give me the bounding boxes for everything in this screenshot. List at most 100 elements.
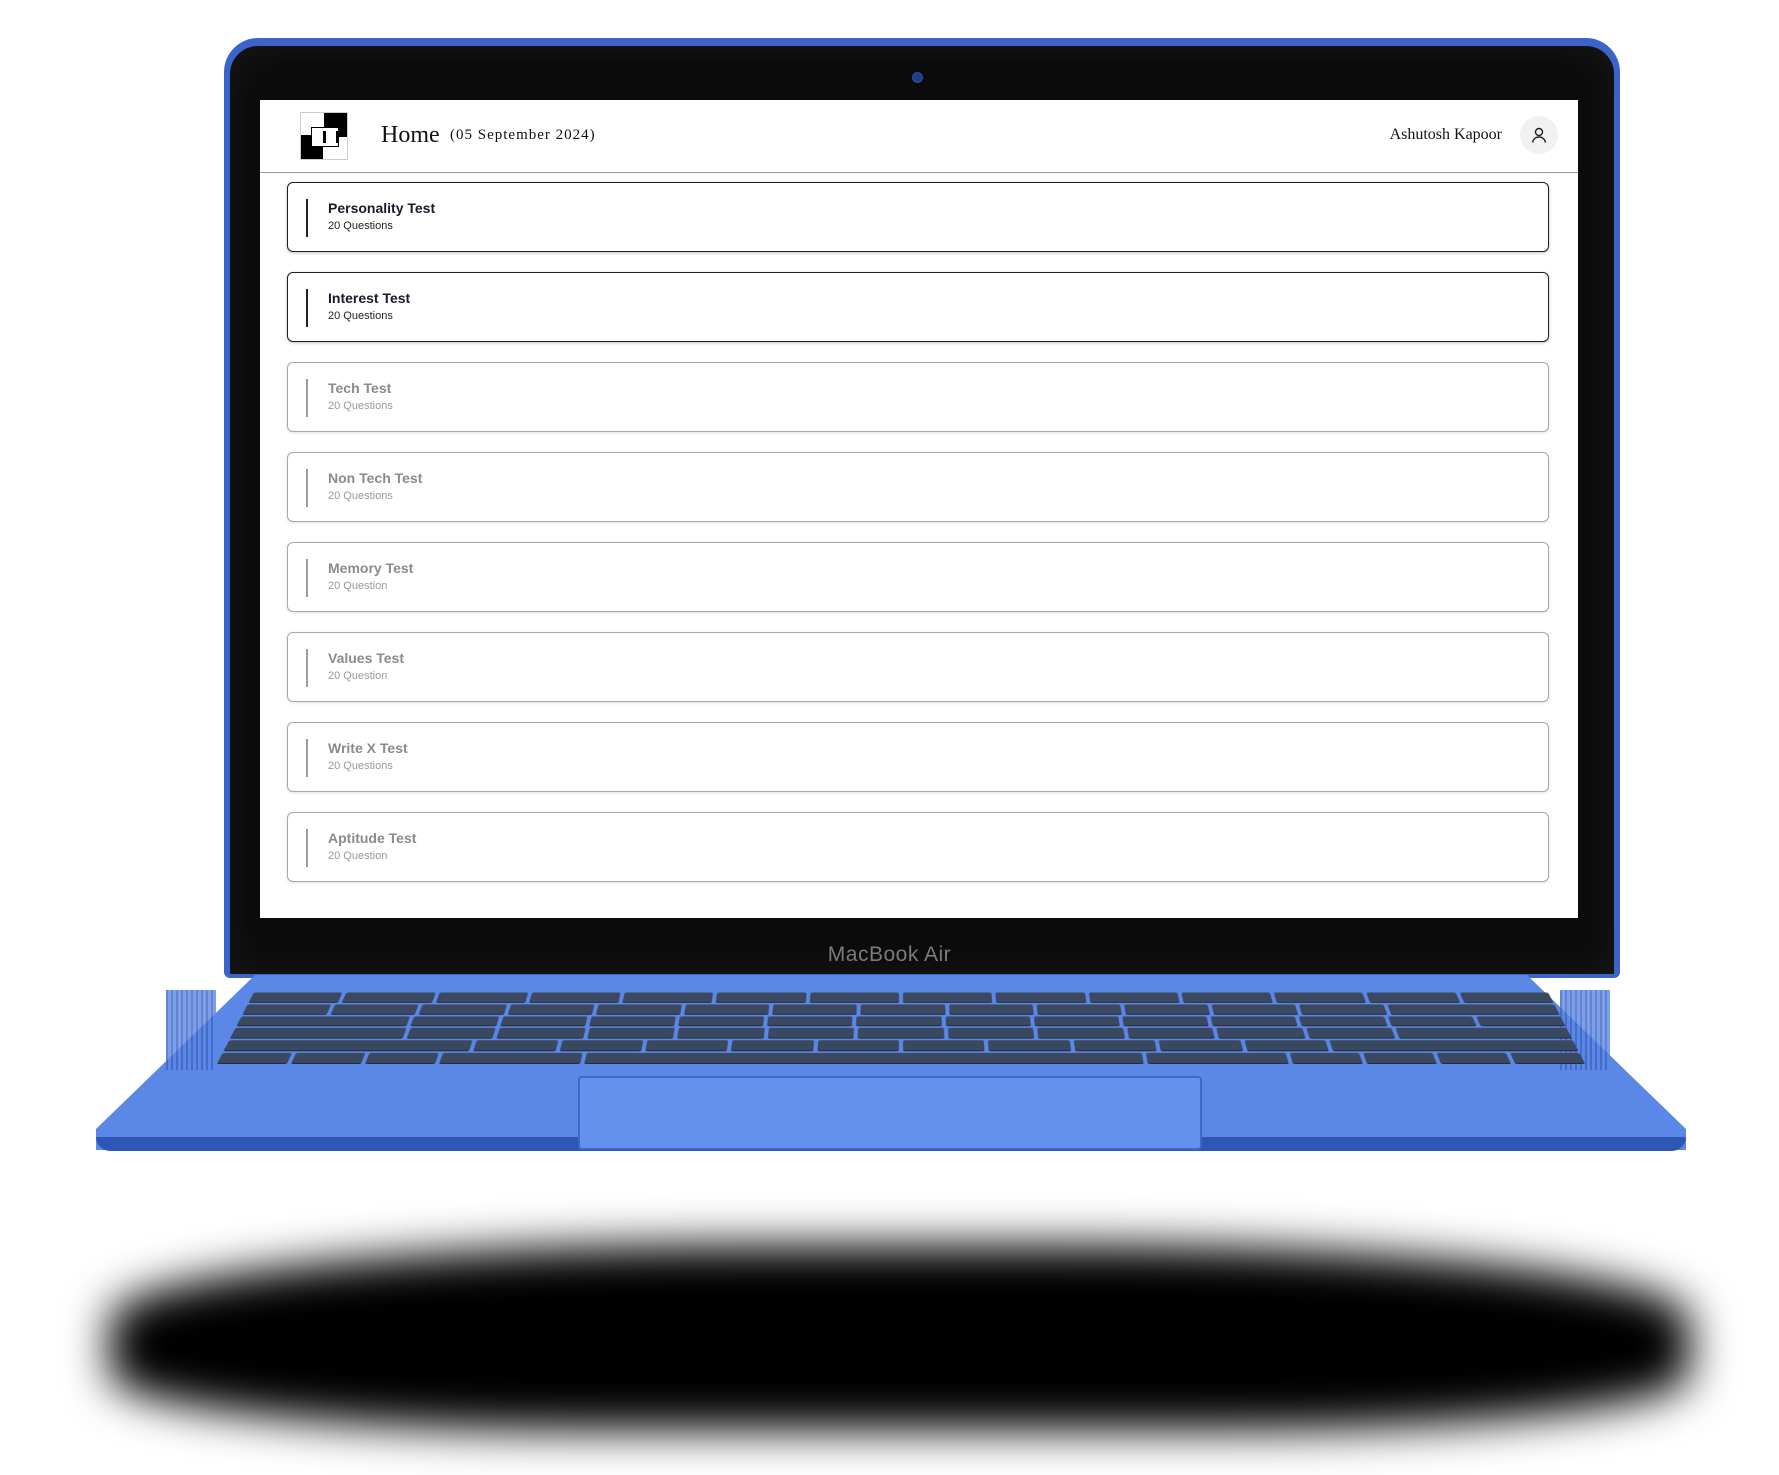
key <box>622 992 714 1002</box>
test-question-count: 20 Question <box>328 580 388 592</box>
test-name: Aptitude Test <box>328 830 417 846</box>
card-accent <box>306 829 308 867</box>
key <box>507 1004 595 1014</box>
test-question-count: 20 Questions <box>328 400 393 412</box>
test-list: Personality Test 20 Questions Interest T… <box>287 182 1549 902</box>
key <box>1395 1028 1572 1038</box>
test-card-values[interactable]: Values Test 20 Question <box>287 632 1549 702</box>
app-screen: Home (05 September 2024) Ashutosh Kapoor… <box>260 100 1578 918</box>
key <box>716 992 807 1002</box>
key <box>1124 1004 1211 1014</box>
test-card-tech[interactable]: Tech Test 20 Questions <box>287 362 1549 432</box>
key-row <box>217 1053 1585 1064</box>
key <box>1122 1016 1209 1026</box>
key <box>903 1040 985 1051</box>
key <box>1126 1028 1215 1038</box>
laptop-shadow <box>110 1245 1690 1430</box>
top-bar: Home (05 September 2024) Ashutosh Kapoor <box>260 100 1578 173</box>
test-question-count: 20 Questions <box>328 490 393 502</box>
key <box>365 1053 440 1064</box>
key <box>678 1016 765 1026</box>
camera-icon <box>912 72 923 83</box>
key <box>1073 1040 1157 1051</box>
brand-logo-icon[interactable] <box>300 112 348 160</box>
key <box>860 1004 946 1014</box>
key <box>988 1040 1071 1051</box>
key <box>1036 1004 1122 1014</box>
key <box>1289 1053 1363 1064</box>
test-question-count: 20 Questions <box>328 310 393 322</box>
key <box>677 1028 765 1038</box>
card-accent <box>306 379 308 417</box>
test-card-aptitude[interactable]: Aptitude Test 20 Question <box>287 812 1549 882</box>
key <box>473 1040 558 1051</box>
key <box>767 1016 853 1026</box>
key <box>1299 1004 1387 1014</box>
key <box>1299 1016 1388 1026</box>
key <box>587 1028 676 1038</box>
card-accent <box>306 559 308 597</box>
test-question-count: 20 Questions <box>328 760 393 772</box>
key <box>947 1028 1035 1038</box>
trackpad <box>578 1076 1202 1150</box>
key <box>439 1053 583 1064</box>
test-card-interest[interactable]: Interest Test 20 Questions <box>287 272 1549 342</box>
keyboard <box>217 992 1585 1064</box>
key <box>645 1040 729 1051</box>
key <box>1181 992 1273 1002</box>
key <box>995 992 1086 1002</box>
user-name[interactable]: Ashutosh Kapoor <box>1390 126 1502 144</box>
user-icon <box>1531 127 1547 143</box>
test-card-write-x[interactable]: Write X Test 20 Questions <box>287 722 1549 792</box>
test-name: Non Tech Test <box>328 470 423 486</box>
key <box>1509 1053 1585 1064</box>
key <box>342 992 436 1002</box>
key <box>731 1040 814 1051</box>
key-row <box>223 1040 1579 1051</box>
key <box>1210 1016 1299 1026</box>
key <box>223 1040 473 1051</box>
test-question-count: 20 Questions <box>328 220 393 232</box>
card-accent <box>306 649 308 687</box>
key <box>684 1004 770 1014</box>
key <box>1386 1004 1560 1014</box>
card-accent <box>306 739 308 777</box>
test-question-count: 20 Question <box>328 850 388 862</box>
key <box>1475 1016 1566 1026</box>
device-label: MacBook Air <box>827 943 952 966</box>
key <box>1037 1028 1125 1038</box>
key <box>902 992 993 1002</box>
key <box>499 1016 588 1026</box>
card-accent <box>306 469 308 507</box>
test-name: Write X Test <box>328 740 408 756</box>
card-accent <box>306 289 308 327</box>
test-name: Values Test <box>328 650 405 666</box>
key <box>496 1028 586 1038</box>
key <box>419 1004 507 1014</box>
key <box>583 1053 1145 1064</box>
test-name: Tech Test <box>328 380 392 396</box>
page-date: (05 September 2024) <box>450 127 596 143</box>
key-row <box>248 992 1553 1002</box>
key <box>529 992 621 1002</box>
logo-bars <box>323 131 339 143</box>
key <box>772 1004 858 1014</box>
test-question-count: 20 Question <box>328 670 388 682</box>
user-avatar-button[interactable] <box>1520 116 1558 154</box>
card-accent <box>306 199 308 237</box>
key <box>331 1004 420 1014</box>
key <box>291 1053 366 1064</box>
key <box>595 1004 682 1014</box>
key <box>1306 1028 1396 1038</box>
key <box>856 1016 942 1026</box>
test-card-memory[interactable]: Memory Test 20 Question <box>287 542 1549 612</box>
key <box>1459 992 1553 1002</box>
key <box>1362 1053 1437 1064</box>
key <box>1033 1016 1120 1026</box>
key-row <box>230 1028 1572 1038</box>
test-card-non-tech[interactable]: Non Tech Test 20 Questions <box>287 452 1549 522</box>
key <box>230 1028 407 1038</box>
key <box>857 1028 945 1038</box>
test-card-personality[interactable]: Personality Test 20 Questions <box>287 182 1549 252</box>
key <box>242 1004 332 1014</box>
